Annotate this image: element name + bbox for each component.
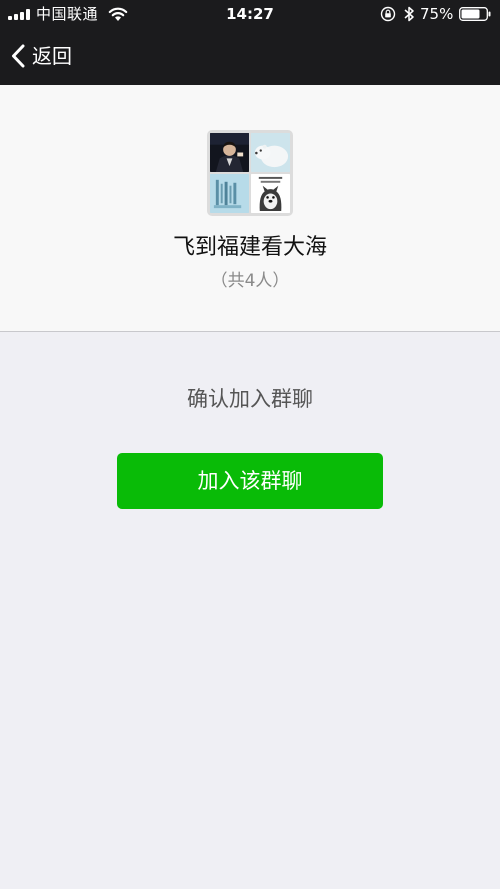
back-label: 返回	[32, 44, 72, 68]
confirm-join-prompt: 确认加入群聊	[187, 387, 313, 411]
group-name: 飞到福建看大海	[172, 235, 327, 260]
join-group-screen: 中国联通 14:27 75% 返回 飞到福建看大海 （共4人） 确认加入群聊 加…	[0, 0, 500, 889]
member-avatar-blue-text	[210, 174, 249, 213]
group-avatar	[207, 130, 293, 216]
member-avatar-person	[210, 133, 249, 172]
bluetooth-icon	[404, 6, 414, 22]
navigation-bar: 返回	[0, 28, 500, 85]
chevron-left-icon	[12, 44, 25, 68]
battery-percent: 75%	[420, 5, 454, 23]
join-group-button[interactable]: 加入该群聊	[117, 453, 383, 509]
group-info-card: 飞到福建看大海 （共4人）	[0, 85, 500, 332]
member-avatar-polar-bear	[251, 133, 290, 172]
battery-icon	[459, 7, 491, 21]
member-count: （共4人）	[210, 271, 290, 291]
status-bar: 中国联通 14:27 75%	[0, 0, 500, 28]
orientation-lock-icon	[380, 6, 396, 22]
member-avatar-cartoon-dog	[251, 174, 290, 213]
back-button[interactable]: 返回	[10, 40, 72, 72]
